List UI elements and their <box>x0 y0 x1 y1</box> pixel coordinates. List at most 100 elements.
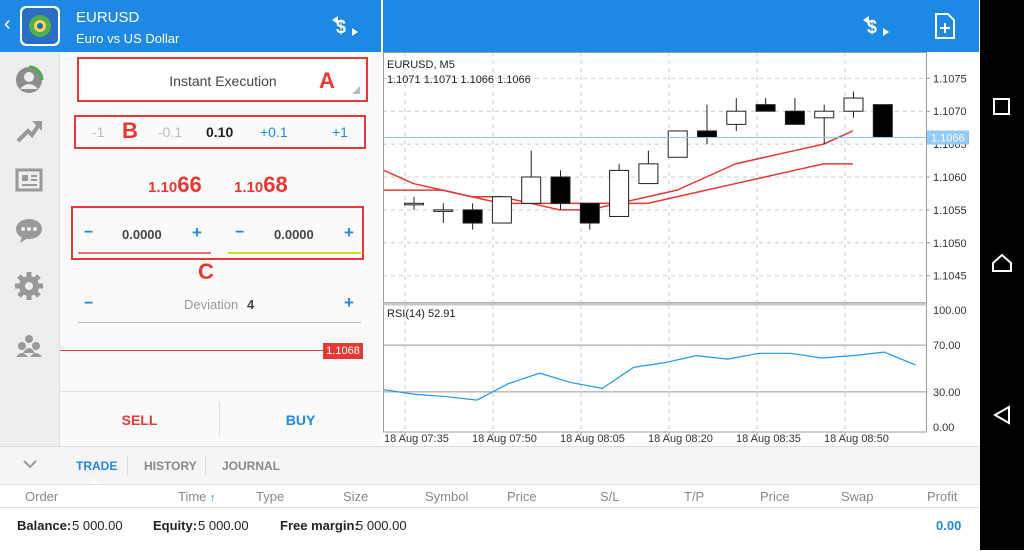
candle-body <box>843 97 864 112</box>
x-tick-label: 18 Aug 08:05 <box>560 433 625 445</box>
equity-label: Equity: <box>153 518 198 533</box>
candle-body <box>462 209 483 224</box>
profit-value: 0.00 <box>936 518 962 533</box>
buy-label: BUY <box>285 412 316 428</box>
sell-label: SELL <box>121 412 158 428</box>
rsi-tick-label: 70.00 <box>933 340 961 352</box>
take-profit-plus-button[interactable]: + <box>344 223 354 243</box>
take-profit-minus-button[interactable]: − <box>235 224 244 242</box>
dollar-swap-icon[interactable]: $ <box>861 14 891 43</box>
trade-arrow-icon[interactable] <box>14 115 44 145</box>
y-tick-label: 1.1060 <box>933 172 967 184</box>
deviation-minus-button[interactable]: − <box>84 295 93 313</box>
equity-value: 5 000.00 <box>198 518 249 533</box>
bid-price-pips: 66 <box>177 172 202 197</box>
candle-body <box>667 130 688 158</box>
volume-value[interactable]: 0.10 <box>206 124 233 140</box>
column-swap[interactable]: Swap <box>841 489 874 504</box>
dropdown-corner-icon <box>352 86 360 94</box>
chevron-down-icon[interactable] <box>22 457 38 475</box>
home-icon[interactable] <box>991 253 1013 278</box>
ask-price-prefix: 1.10 <box>234 179 264 196</box>
metatrader-logo-icon <box>20 6 60 46</box>
column-price[interactable]: Price <box>507 489 537 504</box>
chart-ohlc: 1.1071 1.1071 1.1066 1.1066 <box>387 74 531 86</box>
square-icon[interactable] <box>993 98 1010 115</box>
balance-label: Balance: <box>17 518 72 533</box>
y-tick-label: 1.1070 <box>933 106 967 118</box>
current-price-label: 1.1066 <box>931 133 965 145</box>
terminal-panel: TRADE HISTORY JOURNAL Order Time ↑ Type … <box>0 446 980 551</box>
tab-trade[interactable]: TRADE <box>76 459 117 473</box>
account-icon[interactable] <box>14 65 44 95</box>
dollar-swap-icon[interactable]: $ <box>330 14 360 43</box>
chart-title: EURUSD, M5 <box>387 59 455 71</box>
tab-history[interactable]: HISTORY <box>144 459 197 473</box>
column-profit[interactable]: Profit <box>927 489 957 504</box>
column-symbol[interactable]: Symbol <box>425 489 468 504</box>
column-sl[interactable]: S/L <box>600 489 620 504</box>
column-order[interactable]: Order <box>25 489 58 504</box>
chart-header: $ <box>383 0 979 52</box>
column-tp[interactable]: T/P <box>684 489 704 504</box>
arrow-up-icon: ↑ <box>210 492 216 504</box>
candle-body <box>433 209 454 212</box>
tab-divider <box>127 455 128 475</box>
balance-value: 5 000.00 <box>72 518 123 533</box>
news-icon[interactable] <box>14 165 44 195</box>
take-profit-input[interactable]: 0.0000 <box>274 227 314 242</box>
volume-step-plus-0-1[interactable]: +0.1 <box>260 124 288 140</box>
triangle-back-icon[interactable] <box>992 405 1012 430</box>
ask-price-pips: 68 <box>263 172 288 197</box>
candle-body <box>755 104 776 112</box>
volume-step-plus-1[interactable]: +1 <box>332 124 348 140</box>
settings-icon[interactable] <box>14 271 44 301</box>
candle-body <box>872 104 893 139</box>
symbol-header: ‹ EURUSD Euro vs US Dollar $ <box>0 0 381 52</box>
take-profit-underline <box>228 252 361 254</box>
sidebar <box>0 52 60 446</box>
rsi-title: RSI(14) 52.91 <box>387 308 456 320</box>
deviation-plus-button[interactable]: + <box>344 293 354 313</box>
column-time[interactable]: Time ↑ <box>178 489 216 504</box>
candle-body <box>784 110 805 125</box>
volume-step-minus-0-1[interactable]: -0.1 <box>158 124 182 140</box>
bid-price: 1.1066 <box>148 172 202 198</box>
table-header-row <box>0 484 980 507</box>
candle-body <box>550 176 571 204</box>
column-type[interactable]: Type <box>256 489 284 504</box>
annotation-label-b: B <box>122 118 138 143</box>
stop-loss-plus-button[interactable]: + <box>192 223 202 243</box>
deviation-label: Deviation <box>184 297 239 312</box>
ask-price: 1.1068 <box>234 172 288 198</box>
stop-loss-minus-button[interactable]: − <box>84 224 93 242</box>
price-chart[interactable]: 1.10751.10701.10651.10601.10551.10501.10… <box>382 52 979 446</box>
symbol-name: EURUSD <box>76 9 140 26</box>
chart-area[interactable]: 1.1075 1.1070 1.1065 1.1060 1.1055 1.1050 1.10… <box>382 52 979 446</box>
sell-button[interactable]: SELL <box>60 392 219 446</box>
candle-body <box>814 110 835 119</box>
tab-journal[interactable]: JOURNAL <box>222 459 280 473</box>
column-current-price[interactable]: Price <box>760 489 790 504</box>
x-tick-label: 18 Aug 08:35 <box>736 433 801 445</box>
candle-body <box>726 110 747 125</box>
candle-body <box>579 202 600 224</box>
stop-loss-input[interactable]: 0.0000 <box>122 227 162 242</box>
candle-body <box>638 163 659 185</box>
y-tick-label: 1.1075 <box>933 73 967 85</box>
bid-price-prefix: 1.10 <box>148 179 178 196</box>
candle-body <box>404 202 424 206</box>
tab-divider <box>205 455 206 475</box>
y-tick-label: 1.1045 <box>933 271 967 283</box>
rsi-tick-label: 100.00 <box>933 305 967 317</box>
column-size[interactable]: Size <box>343 489 368 504</box>
chat-icon[interactable] <box>14 215 44 245</box>
stop-loss-underline <box>78 252 211 254</box>
buy-button[interactable]: BUY <box>220 392 381 446</box>
volume-step-minus-1[interactable]: -1 <box>92 124 104 140</box>
back-chevron-icon[interactable]: ‹ <box>4 13 11 36</box>
deviation-value[interactable]: 4 <box>247 297 254 312</box>
x-tick-label: 18 Aug 07:50 <box>472 433 537 445</box>
document-plus-icon[interactable] <box>933 13 957 44</box>
community-icon[interactable] <box>14 331 44 361</box>
